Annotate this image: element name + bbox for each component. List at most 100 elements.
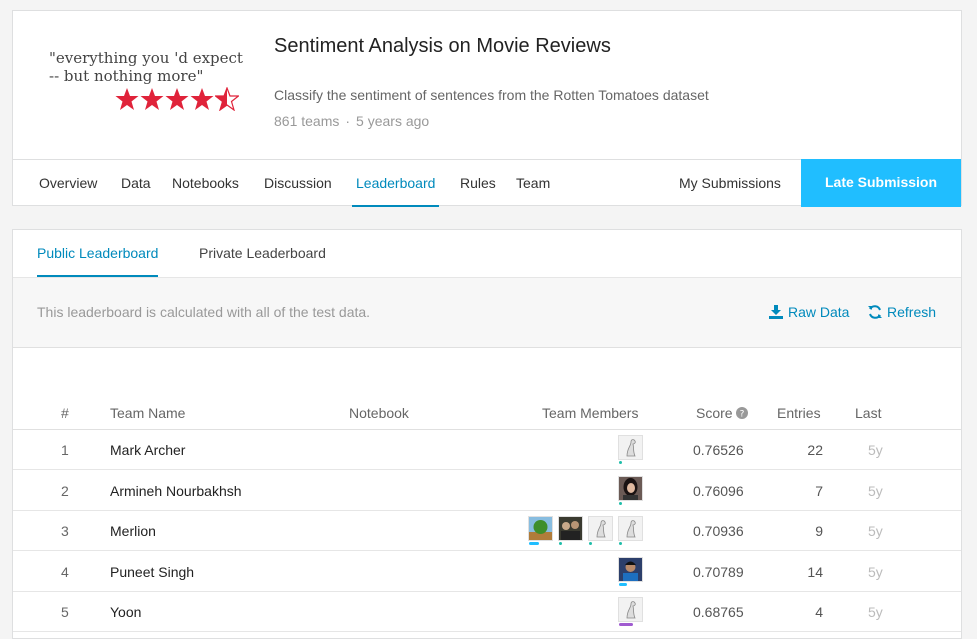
tier-indicator	[619, 623, 633, 626]
table-row[interactable]: 2 Armineh Nourbakhsh 0.76096 7 5y	[13, 471, 961, 511]
leaderboard-tabs: Public Leaderboard Private Leaderboard	[13, 230, 961, 278]
row-team-name[interactable]: Mark Archer	[110, 442, 185, 458]
row-last: 5y	[868, 523, 883, 539]
row-entries: 22	[807, 442, 823, 458]
competition-header: "everything you 'd expect -- but nothing…	[12, 10, 962, 207]
tab-private-leaderboard[interactable]: Private Leaderboard	[199, 230, 326, 277]
row-last: 5y	[868, 564, 883, 580]
team-members	[618, 597, 643, 626]
row-rank: 3	[61, 523, 69, 539]
raw-data-label: Raw Data	[788, 304, 850, 320]
star-icon	[115, 88, 139, 110]
competition-meta: 861 teams · 5 years ago	[274, 113, 429, 129]
my-submissions-link[interactable]: My Submissions	[679, 160, 781, 207]
row-rank: 5	[61, 604, 69, 620]
avatar[interactable]	[618, 597, 643, 626]
default-avatar-icon	[626, 439, 636, 457]
tab-public-leaderboard[interactable]: Public Leaderboard	[37, 230, 159, 277]
avatar[interactable]	[528, 516, 553, 545]
competition-age: 5 years ago	[356, 113, 430, 129]
tier-indicator	[589, 542, 592, 545]
tier-indicator	[559, 542, 562, 545]
row-entries: 7	[815, 483, 823, 499]
col-score[interactable]: Score ?	[696, 405, 749, 421]
row-team-name[interactable]: Yoon	[110, 604, 141, 620]
team-members	[528, 516, 643, 545]
row-rank: 1	[61, 442, 69, 458]
download-icon	[769, 305, 783, 319]
team-members	[618, 557, 643, 586]
raw-data-link[interactable]: Raw Data	[769, 304, 849, 320]
group-photo-avatar-icon	[559, 517, 582, 540]
row-rank: 2	[61, 483, 69, 499]
row-score: 0.76096	[693, 483, 744, 499]
row-entries: 9	[815, 523, 823, 539]
col-team-members: Team Members	[542, 405, 639, 421]
team-members	[618, 435, 643, 464]
team-members	[618, 476, 643, 505]
person-avatar-icon	[619, 558, 642, 581]
row-score: 0.70789	[693, 564, 744, 580]
col-last[interactable]: Last	[855, 405, 881, 421]
row-last: 5y	[868, 604, 883, 620]
row-team-name[interactable]: Armineh Nourbakhsh	[110, 483, 242, 499]
score-label: Score	[696, 405, 733, 421]
tab-leaderboard[interactable]: Leaderboard	[352, 160, 440, 207]
tab-discussion[interactable]: Discussion	[264, 160, 332, 207]
competition-subtitle: Classify the sentiment of sentences from…	[274, 87, 709, 103]
svg-text:?: ?	[740, 410, 745, 420]
person-avatar-icon	[619, 477, 642, 500]
avatar[interactable]	[618, 476, 643, 505]
row-score: 0.68765	[693, 604, 744, 620]
table-row[interactable]: 1 Mark Archer 0.76526 22 5y	[13, 430, 961, 470]
tier-indicator	[529, 542, 539, 545]
table-row[interactable]: 3 Merlion 0.70936 9 5y	[13, 511, 961, 551]
avatar[interactable]	[618, 435, 643, 464]
avatar[interactable]	[558, 516, 583, 545]
avatar[interactable]	[588, 516, 613, 545]
tab-data[interactable]: Data	[121, 160, 151, 207]
leaderboard-panel: Public Leaderboard Private Leaderboard T…	[12, 229, 962, 639]
default-avatar-icon	[626, 601, 636, 619]
tier-indicator	[619, 461, 622, 464]
row-rank: 4	[61, 564, 69, 580]
table-row[interactable]: 5 Yoon 0.68765 4 5y	[13, 592, 961, 632]
row-team-name[interactable]: Puneet Singh	[110, 564, 194, 580]
avatar[interactable]	[618, 557, 643, 586]
tab-team[interactable]: Team	[516, 160, 550, 207]
row-last: 5y	[868, 442, 883, 458]
leaderboard-table-header: # Team Name Notebook Team Members Score …	[13, 402, 961, 430]
col-entries[interactable]: Entries	[777, 405, 821, 421]
refresh-icon	[868, 305, 882, 319]
help-icon[interactable]: ?	[736, 407, 749, 420]
half-star-icon	[215, 87, 239, 111]
competition-title: Sentiment Analysis on Movie Reviews	[274, 35, 611, 57]
row-entries: 14	[807, 564, 823, 580]
leaderboard-info-text: This leaderboard is calculated with all …	[37, 304, 371, 320]
tree-avatar-icon	[529, 517, 552, 540]
row-score: 0.70936	[693, 523, 744, 539]
tab-rules[interactable]: Rules	[460, 160, 496, 207]
rating-stars	[115, 87, 239, 111]
late-submission-button[interactable]: Late Submission	[801, 159, 961, 207]
col-notebook: Notebook	[349, 405, 409, 421]
tab-notebooks[interactable]: Notebooks	[172, 160, 239, 207]
competition-banner: "everything you 'd expect -- but nothing…	[33, 29, 253, 139]
meta-separator: ·	[345, 113, 351, 129]
banner-quote: "everything you 'd expect -- but nothing…	[49, 49, 243, 85]
col-team-name[interactable]: Team Name	[110, 405, 185, 421]
col-rank: #	[61, 405, 69, 421]
tab-overview[interactable]: Overview	[39, 160, 97, 207]
star-icon	[140, 88, 164, 110]
row-entries: 4	[815, 604, 823, 620]
row-last: 5y	[868, 483, 883, 499]
refresh-label: Refresh	[887, 304, 937, 320]
table-row[interactable]: 4 Puneet Singh 0.70789 14 5y	[13, 552, 961, 592]
refresh-link[interactable]: Refresh	[868, 304, 936, 320]
avatar[interactable]	[618, 516, 643, 545]
star-icon	[190, 88, 214, 110]
competition-nav: Overview Data Notebooks Discussion Leade…	[13, 159, 961, 207]
row-team-name[interactable]: Merlion	[110, 523, 156, 539]
tier-indicator	[619, 583, 627, 586]
tier-indicator	[619, 542, 622, 545]
